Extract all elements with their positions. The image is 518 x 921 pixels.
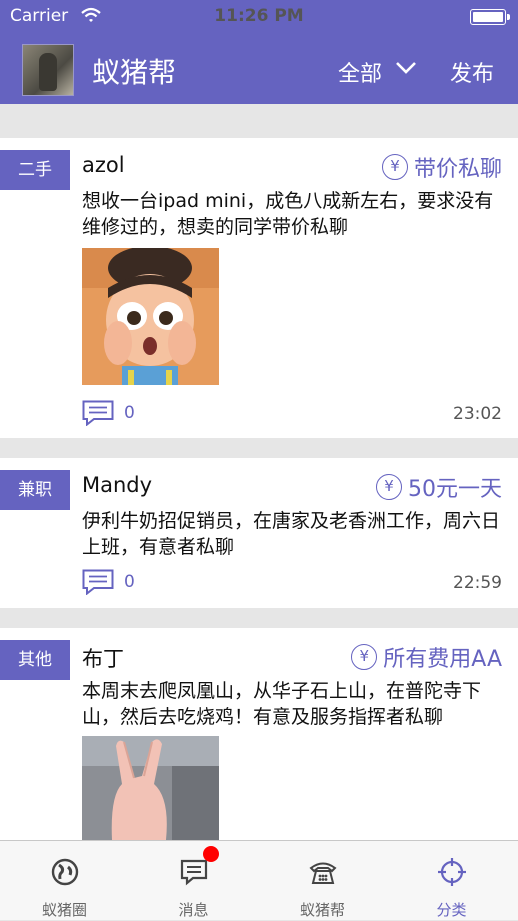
message-icon — [180, 859, 207, 886]
tab-bar: 蚁猪圈 消息 蚁猪帮 分类 — [0, 840, 518, 920]
post-card[interactable]: 兼职 Mandy ¥ 50元一天 伊利牛奶招促销员，在唐家及老香洲工作，周六日上… — [0, 458, 518, 608]
post-content: 想收一台ipad mini，成色八成新左右，要求没有维修过的，想卖的同学带价私聊 — [82, 190, 494, 238]
post-card[interactable]: 二手 azol ¥ 带价私聊 想收一台ipad mini，成色八成新左右，要求没… — [0, 138, 518, 438]
username: azol — [82, 153, 125, 177]
price-text: 50元一天 — [408, 477, 502, 502]
chevron-down-icon[interactable] — [394, 58, 418, 78]
price-text: 带价私聊 — [413, 157, 502, 182]
yen-icon: ¥ — [351, 644, 378, 670]
comment-icon — [82, 400, 114, 426]
crosshair-icon — [437, 858, 466, 886]
tab-label: 分类 — [436, 901, 467, 919]
yen-icon: ¥ — [381, 154, 408, 180]
price-label: ¥ 50元一天 — [376, 471, 502, 503]
category-tag: 二手 — [0, 150, 70, 190]
publish-button[interactable]: 发布 — [450, 56, 494, 88]
tab-circle[interactable]: 蚁猪圈 — [0, 841, 129, 921]
post-content: 伊利牛奶招促销员，在唐家及老香洲工作，周六日上班，有意者私聊 — [82, 510, 501, 558]
price-text: 所有费用AA — [383, 647, 502, 672]
comment-count: 0 — [124, 572, 135, 592]
tab-messages[interactable]: 消息 — [129, 841, 258, 921]
avatar[interactable] — [22, 44, 74, 96]
cartoon-girl-image — [82, 248, 219, 385]
clock: 11:26 PM — [214, 6, 304, 26]
globe-icon — [51, 858, 78, 886]
category-tag: 其他 — [0, 640, 70, 680]
page-title: 蚁猪帮 — [92, 56, 177, 89]
telephone-icon — [308, 862, 337, 884]
comment-button[interactable]: 0 — [82, 400, 135, 426]
post-content: 本周末去爬凤凰山，从华子石上山，在普陀寺下山，然后去吃烧鸡！有意及服务指挥者私聊 — [82, 680, 482, 728]
notification-badge — [203, 846, 219, 862]
username: Mandy — [82, 473, 153, 497]
filter-dropdown[interactable]: 全部 — [338, 56, 382, 88]
comment-icon — [82, 569, 114, 595]
username: 布丁 — [82, 647, 124, 671]
category-tag: 兼职 — [0, 470, 70, 510]
nav-bar: 蚁猪帮 全部 发布 — [0, 34, 518, 104]
battery-icon — [470, 9, 510, 25]
tab-label: 消息 — [178, 901, 209, 919]
tab-label: 蚁猪圈 — [41, 901, 87, 919]
peace-sign-image — [82, 736, 219, 840]
status-bar: Carrier 11:26 PM — [0, 0, 518, 34]
tab-categories[interactable]: 分类 — [387, 841, 516, 921]
comment-button[interactable]: 0 — [82, 569, 135, 595]
tab-label: 蚁猪帮 — [299, 901, 345, 919]
comment-count: 0 — [124, 403, 135, 423]
price-label: ¥ 所有费用AA — [351, 641, 502, 673]
post-card[interactable]: 其他 布丁 ¥ 所有费用AA 本周末去爬凤凰山，从华子石上山，在普陀寺下山，然后… — [0, 628, 518, 840]
price-label: ¥ 带价私聊 — [381, 151, 502, 183]
post-time: 22:59 — [453, 573, 502, 593]
post-time: 23:02 — [453, 404, 502, 424]
post-image[interactable] — [82, 736, 219, 840]
yen-icon: ¥ — [376, 474, 402, 500]
post-image[interactable] — [82, 248, 219, 385]
tab-group[interactable]: 蚁猪帮 — [258, 841, 387, 921]
